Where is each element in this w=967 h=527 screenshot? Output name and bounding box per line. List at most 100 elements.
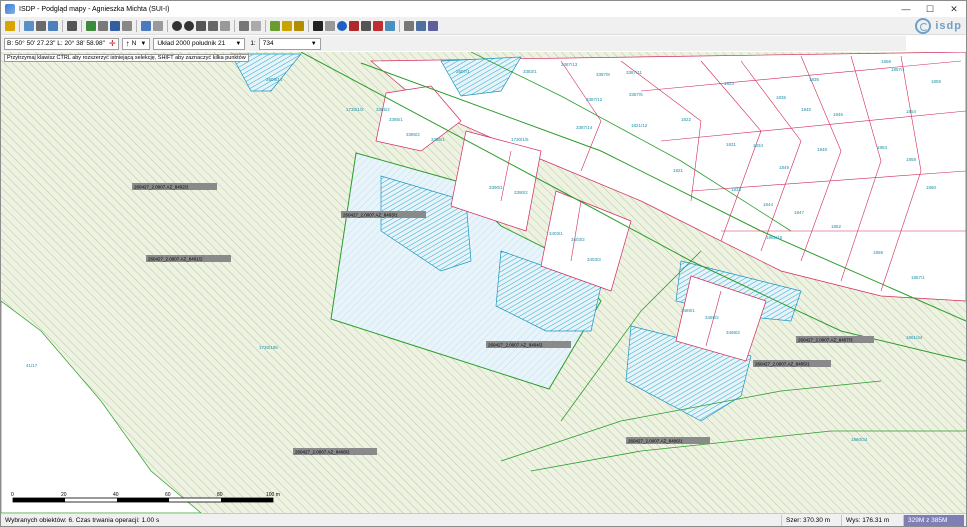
filter-icon[interactable] xyxy=(86,20,96,31)
parcel-number: 3387/12 xyxy=(586,97,603,102)
zoom-extent-icon[interactable] xyxy=(208,20,218,31)
save-icon[interactable] xyxy=(110,20,120,31)
zoom-in-icon[interactable] xyxy=(172,20,182,31)
undo-icon[interactable] xyxy=(141,20,151,31)
selection-hint: Przytrzymaj klawisz CTRL aby rozszerzyć … xyxy=(4,54,249,62)
north-selector[interactable]: ↑ N ▼ xyxy=(121,37,151,50)
info-icon[interactable] xyxy=(337,20,347,31)
parcel-number: 3469/2 xyxy=(705,315,719,320)
parcel-number: 3385/2 xyxy=(376,107,390,112)
parcel-number: 3390/2 xyxy=(514,190,528,195)
parcel-number: 3387/13 xyxy=(561,62,578,67)
parcel-number: 3469/3 xyxy=(726,330,740,335)
parcel-id-plate[interactable]: 260427_2.0007.AZ_8404/2 xyxy=(488,343,543,348)
measure-icon[interactable] xyxy=(239,20,249,31)
minimize-button[interactable]: — xyxy=(894,1,918,17)
app-icon xyxy=(5,4,15,14)
zoom-dropdown-icon[interactable] xyxy=(220,20,230,31)
settings-icon[interactable] xyxy=(428,20,438,31)
select-arrow-icon[interactable] xyxy=(313,20,323,31)
parcel-number: 3387/8 xyxy=(596,72,610,77)
print-icon[interactable] xyxy=(67,20,77,31)
toolbar-separator xyxy=(265,19,266,32)
toolbar-separator xyxy=(62,19,63,32)
map-svg[interactable]: 2608/14 2607/1 3383/1 3387/13 3387/8 338… xyxy=(1,52,966,513)
parcel-number: 1857/1 xyxy=(891,67,905,72)
crs-selected-value: Układ 2000 południk 21 xyxy=(157,40,226,47)
parcel-number: 3385/1 xyxy=(389,117,403,122)
table-icon[interactable] xyxy=(36,20,46,31)
crs-select[interactable]: Układ 2000 południk 21 ▼ xyxy=(153,37,246,50)
toolbar-separator xyxy=(234,19,235,32)
zoom-out-icon[interactable] xyxy=(184,20,194,31)
parcel-number: 1845 xyxy=(801,107,812,112)
table-grid-icon[interactable] xyxy=(404,20,414,31)
parcel-number: 1846 xyxy=(833,112,844,117)
parcel-number: 1856 xyxy=(881,59,892,64)
parcel-id-plate[interactable]: 260427_2.0007.AZ_8407/3 xyxy=(798,338,853,343)
parcel-id-plate[interactable]: 260427_2.0007.AZ_8403/1 xyxy=(343,213,398,218)
parcel-id-plate[interactable]: 260427_2.0007.AZ_8405/1 xyxy=(755,362,810,367)
north-arrow-icon: ↑ xyxy=(125,39,130,48)
coordinates-readout: B: 50° 50' 27.23" L: 20° 38' 58.98" ✛ xyxy=(4,37,119,50)
clear-filter-icon[interactable] xyxy=(373,20,383,31)
parcel-number: 1831 xyxy=(726,142,737,147)
chevron-down-icon: ▼ xyxy=(235,40,242,47)
redo-icon[interactable] xyxy=(153,20,163,31)
parcel-number: 1849 xyxy=(779,165,790,170)
close-button[interactable]: ✕ xyxy=(942,1,966,17)
parcel-number: 1834 xyxy=(753,143,764,148)
toolbar-separator xyxy=(308,19,309,32)
link-icon[interactable] xyxy=(385,20,395,31)
parcel-id-plate[interactable]: 260427_2.0007.AZ_8402/2 xyxy=(134,185,189,190)
memory-status[interactable]: 329M z 385M xyxy=(903,514,964,526)
copy-icon[interactable] xyxy=(98,20,108,31)
parcel-number: 3403/2 xyxy=(571,237,585,242)
coordinate-toolbar: B: 50° 50' 27.23" L: 20° 38' 58.98" ✛ ↑ … xyxy=(1,36,906,51)
select-dropdown-icon[interactable] xyxy=(325,20,335,31)
funnel-icon[interactable] xyxy=(361,20,371,31)
parcel-id-plate[interactable]: 260427_2.0007.AZ_8406/1 xyxy=(628,439,683,444)
parcel-number: 3383/1 xyxy=(523,69,537,74)
parcel-id-plate[interactable]: 260427_2.0007.AZ_8408/2 xyxy=(295,450,350,455)
toolbar-separator xyxy=(81,19,82,32)
grid-icon[interactable] xyxy=(251,20,261,31)
app-window: ISDP - Podgląd mapy - Agnieszka Michta (… xyxy=(0,0,967,527)
parcel-number: 3469/1 xyxy=(681,308,695,313)
parcel-number: 1821/12 xyxy=(631,123,648,128)
maximize-button[interactable]: ☐ xyxy=(918,1,942,17)
scale-select[interactable]: 734 ▼ xyxy=(258,37,321,50)
parcel-number: 1854 xyxy=(906,109,917,114)
scale-tick: 20 xyxy=(61,492,67,498)
layer-yellow-icon[interactable] xyxy=(282,20,292,31)
parcel-number: 1853 xyxy=(877,145,888,150)
find-icon[interactable] xyxy=(416,20,426,31)
pan-icon[interactable] xyxy=(196,20,206,31)
layer-edit-icon[interactable] xyxy=(294,20,304,31)
network-icon[interactable] xyxy=(122,20,132,31)
map-canvas[interactable]: 2608/14 2607/1 3383/1 3387/13 3387/8 338… xyxy=(1,52,966,513)
coordinates-text: B: 50° 50' 27.23" L: 20° 38' 58.98" xyxy=(7,40,105,47)
open-icon[interactable] xyxy=(24,20,34,31)
parcel-number: 3387/6 xyxy=(629,92,643,97)
parcel-number: 3387/14 xyxy=(576,125,593,130)
report-icon[interactable] xyxy=(349,20,359,31)
parcel-number: 1857/1 xyxy=(911,275,925,280)
scale-value: 734 xyxy=(262,40,274,47)
export-icon[interactable] xyxy=(48,20,58,31)
logo-text: isdp xyxy=(935,20,962,32)
layer-green-icon[interactable] xyxy=(270,20,280,31)
parcel-number: 1859 xyxy=(873,250,884,255)
crosshair-icon[interactable]: ✛ xyxy=(109,39,116,48)
parcel-id-plate[interactable]: 260427_2.0007.AZ_8401/2 xyxy=(148,257,203,262)
parcel-number: 1860/34 xyxy=(851,437,868,442)
parcel-number: 1861/10 xyxy=(766,235,783,240)
parcel-number: 1835 xyxy=(776,95,787,100)
parcel-number: 3403/1 xyxy=(549,231,563,236)
parcel-number: 1823 xyxy=(724,81,735,86)
toolbar-separator xyxy=(399,19,400,32)
layers-icon[interactable] xyxy=(5,20,15,31)
parcel-number: 1861/34 xyxy=(906,335,923,340)
parcel-number: 41/17 xyxy=(26,363,38,368)
window-controls: — ☐ ✕ xyxy=(894,1,966,17)
